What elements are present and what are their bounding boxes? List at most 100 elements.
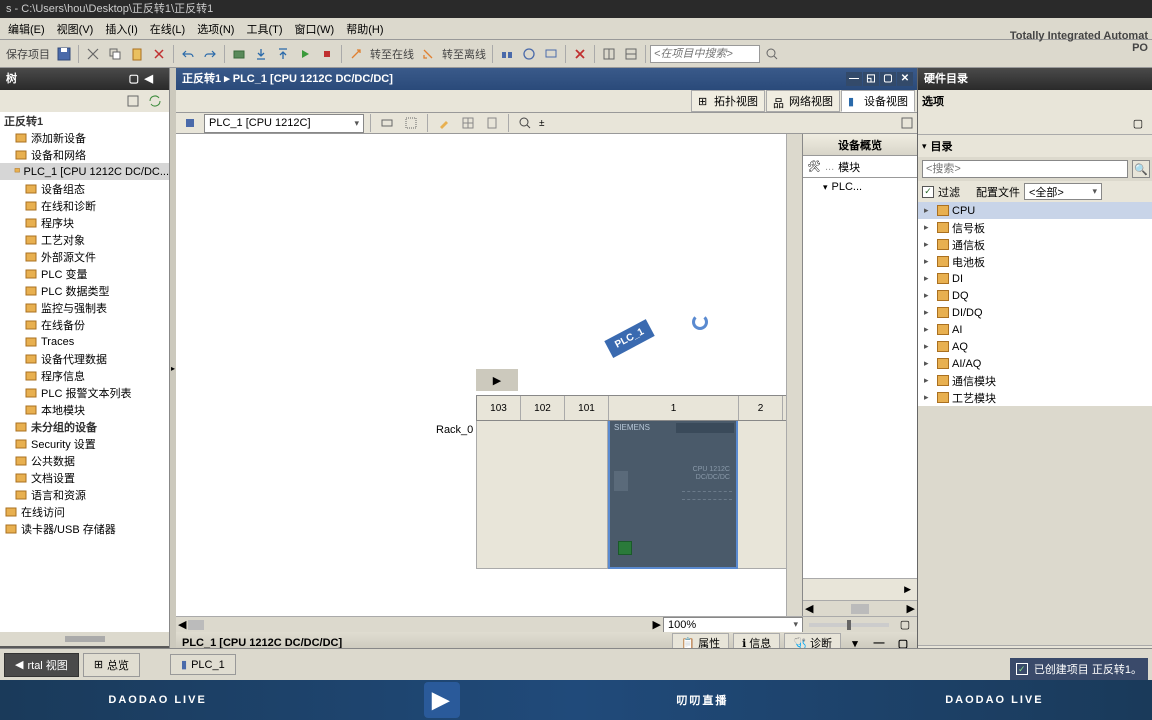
category-item[interactable]: ▸工艺模块 (918, 389, 1152, 406)
tree-item[interactable]: 在线访问 (0, 503, 169, 520)
category-item[interactable]: ▸通信模块 (918, 372, 1152, 389)
category-item[interactable]: ▸DI/DQ (918, 304, 1152, 321)
tree-root[interactable]: 正反转1 (0, 112, 169, 129)
menu-options[interactable]: 选项(N) (191, 21, 240, 37)
tree-item[interactable]: 本地模块 (0, 401, 169, 418)
catalog-search-icon[interactable]: 🔍 (1132, 160, 1150, 178)
simulation-icon[interactable] (519, 44, 539, 64)
device-selector[interactable]: PLC_1 [CPU 1212C] (204, 114, 364, 133)
save-project-button[interactable]: 保存项目 (4, 46, 52, 62)
tree-item[interactable]: 外部源文件 (0, 248, 169, 265)
rack-slot[interactable]: 1 (609, 396, 739, 420)
tree-sync-icon[interactable] (145, 91, 165, 111)
go-offline-button[interactable]: 转至离线 (440, 46, 488, 62)
overview-row[interactable]: ▾PLC... (803, 178, 917, 196)
accessible-devices-icon[interactable] (497, 44, 517, 64)
category-item[interactable]: ▸AI/AQ (918, 355, 1152, 372)
portal-view-button[interactable]: ◀rtal 视图 (4, 653, 79, 677)
tree-item[interactable]: 公共数据 (0, 452, 169, 469)
tree-item[interactable]: 设备和网络 (0, 146, 169, 163)
project-search-input[interactable] (650, 45, 760, 63)
category-item[interactable]: ▸DQ (918, 287, 1152, 304)
zoom-icon[interactable] (515, 113, 535, 133)
catalog-section[interactable]: ▾目录 (918, 135, 1152, 157)
tree-item[interactable]: 设备组态 (0, 180, 169, 197)
split-v-icon[interactable] (621, 44, 641, 64)
tree-item[interactable]: 读卡器/USB 存储器 (0, 520, 169, 537)
monitor-icon[interactable] (541, 44, 561, 64)
category-item[interactable]: ▸CPU (918, 202, 1152, 219)
canvas-scrollbar-v[interactable] (786, 134, 802, 616)
menu-view[interactable]: 视图(V) (51, 21, 100, 37)
menu-edit[interactable]: 编辑(E) (2, 21, 51, 37)
slot-expand-button[interactable]: ▶ (476, 369, 518, 391)
maximize-icon[interactable]: ▢ (880, 72, 896, 86)
menu-help[interactable]: 帮助(H) (340, 21, 389, 37)
overview-scrollbar-h[interactable]: ◀▶ (803, 600, 917, 616)
zoom-selector[interactable]: 100% (663, 617, 803, 633)
delete-icon[interactable] (149, 44, 169, 64)
tree-item[interactable]: 未分组的设备 (0, 418, 169, 435)
device-canvas[interactable]: PLC_1 Rack_0 ▶ 103102101123 SIEMENS CPU … (176, 134, 786, 616)
dock-icon[interactable] (897, 113, 917, 133)
download-icon[interactable] (251, 44, 271, 64)
rack-slot[interactable]: 2 (739, 396, 783, 420)
stop-icon[interactable] (317, 44, 337, 64)
menu-window[interactable]: 窗口(W) (289, 21, 341, 37)
cut-icon[interactable] (83, 44, 103, 64)
tree-item[interactable]: 程序信息 (0, 367, 169, 384)
plc-tab[interactable]: ▮PLC_1 (170, 654, 236, 675)
menu-online[interactable]: 在线(L) (144, 21, 191, 37)
tree-item[interactable]: 在线和诊断 (0, 197, 169, 214)
show-labels-icon[interactable] (377, 113, 397, 133)
search-next-icon[interactable] (762, 44, 782, 64)
category-item[interactable]: ▸AI (918, 321, 1152, 338)
category-item[interactable]: ▸信号板 (918, 219, 1152, 236)
tree-item[interactable]: 在线备份 (0, 316, 169, 333)
paste-icon[interactable] (127, 44, 147, 64)
tree-item[interactable]: PLC 变量 (0, 265, 169, 282)
tree-item[interactable]: 添加新设备 (0, 129, 169, 146)
options-section[interactable]: 选项 (918, 90, 1152, 112)
tree-item[interactable]: 设备代理数据 (0, 350, 169, 367)
filter-checkbox[interactable]: ✓ (922, 186, 934, 198)
cancel-icon[interactable] (570, 44, 590, 64)
tree-item[interactable]: 监控与强制表 (0, 299, 169, 316)
go-online-icon[interactable] (346, 44, 366, 64)
category-item[interactable]: ▸DI (918, 270, 1152, 287)
category-item[interactable]: ▸通信板 (918, 236, 1152, 253)
tree-item[interactable]: Traces (0, 333, 169, 350)
go-online-button[interactable]: 转至在线 (368, 46, 416, 62)
tree-item[interactable]: PLC_1 [CPU 1212C DC/DC... (0, 163, 169, 180)
catalog-search-input[interactable] (922, 160, 1128, 178)
tree-item[interactable]: 语言和资源 (0, 486, 169, 503)
project-tree[interactable]: 正反转1 添加新设备设备和网络PLC_1 [CPU 1212C DC/DC...… (0, 112, 169, 632)
category-list[interactable]: ▸CPU▸信号板▸通信板▸电池板▸DI▸DQ▸DI/DQ▸AI▸AQ▸AI/AQ… (918, 202, 1152, 406)
network-view-tab[interactable]: 品网络视图 (766, 90, 840, 112)
topology-view-tab[interactable]: ⊞拓扑视图 (691, 90, 765, 112)
category-item[interactable]: ▸电池板 (918, 253, 1152, 270)
overview-tab[interactable]: ⊞总览 (83, 653, 140, 677)
canvas-scrollbar-h[interactable]: ◀ ▶ 100% ▢ (176, 616, 917, 632)
page-icon[interactable] (482, 113, 502, 133)
save-icon[interactable] (54, 44, 74, 64)
compile-icon[interactable] (229, 44, 249, 64)
split-h-icon[interactable] (599, 44, 619, 64)
device-nav-icon[interactable] (180, 113, 200, 133)
close-icon[interactable]: ✕ (897, 72, 913, 86)
tree-item[interactable]: 文档设置 (0, 469, 169, 486)
undo-icon[interactable] (178, 44, 198, 64)
upload-icon[interactable] (273, 44, 293, 64)
copy-icon[interactable] (105, 44, 125, 64)
rack-slot[interactable]: 3 (783, 396, 786, 420)
device-view-tab[interactable]: ▮设备视图 (841, 90, 915, 112)
menu-insert[interactable]: 插入(I) (99, 21, 143, 37)
tree-item[interactable]: Security 设置 (0, 435, 169, 452)
float-icon[interactable]: ◱ (863, 72, 879, 86)
tree-item[interactable]: 工艺对象 (0, 231, 169, 248)
plc-device[interactable]: SIEMENS CPU 1212CDC/DC/DC (608, 421, 738, 569)
tree-item[interactable]: PLC 数据类型 (0, 282, 169, 299)
rack-slot[interactable]: 101 (565, 396, 609, 420)
grid-icon[interactable] (458, 113, 478, 133)
redo-icon[interactable] (200, 44, 220, 64)
